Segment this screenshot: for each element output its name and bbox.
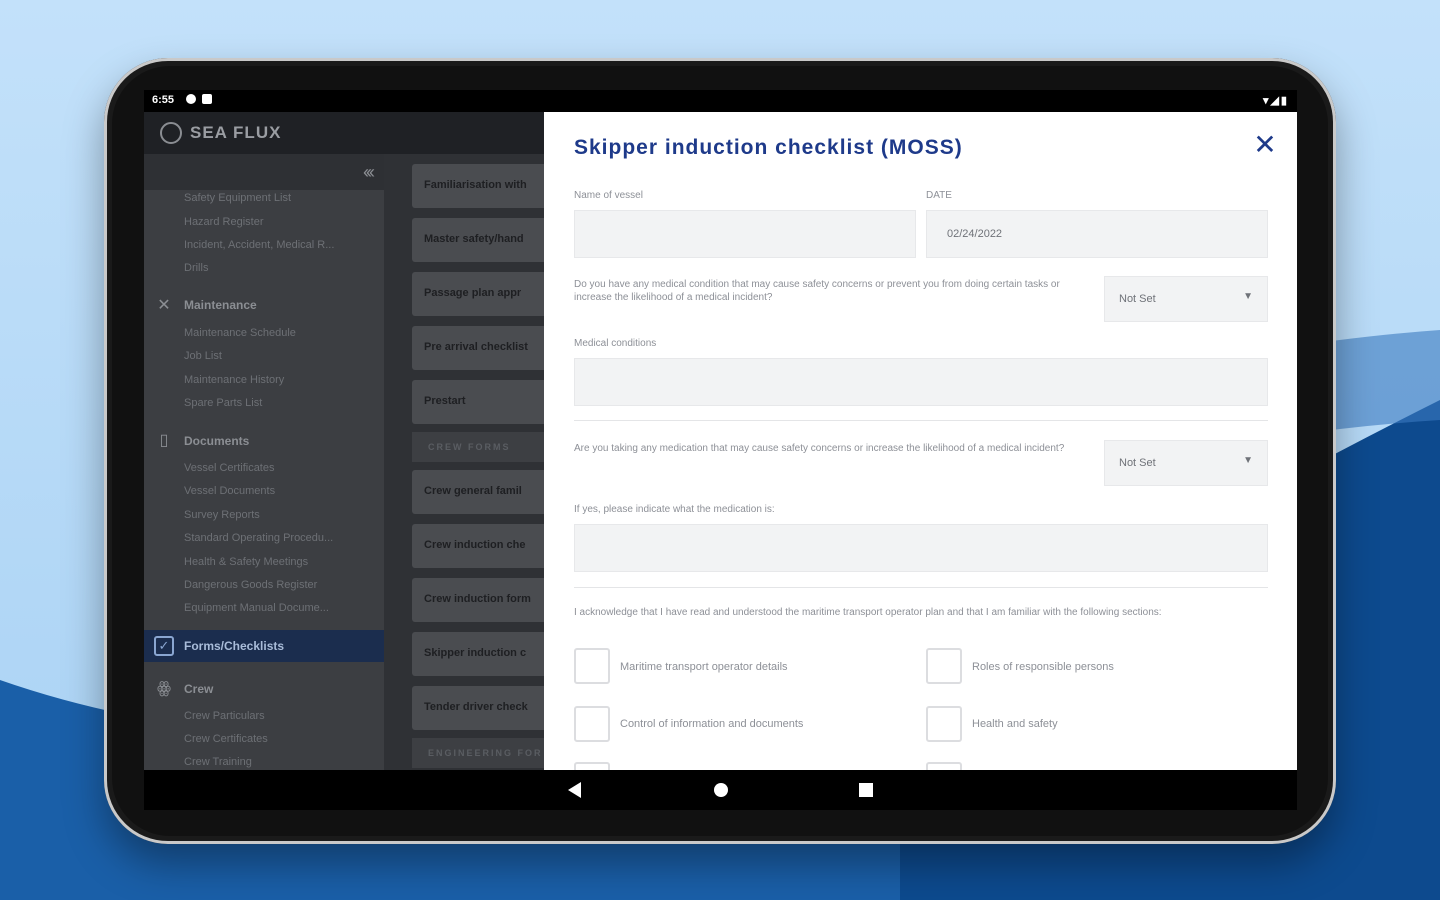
status-time: 6:55	[152, 94, 175, 106]
sidebar-item-vessel-documents[interactable]: Vessel Documents	[184, 485, 275, 497]
checkbox-icon: ✓	[154, 636, 174, 656]
sidebar-item-maintenance-history[interactable]: Maintenance History	[184, 374, 284, 386]
status-bar: 6:55 ▾◢▮	[144, 90, 1297, 112]
engineering-forms-header: ENGINEERING FOR	[412, 738, 544, 768]
medical-conditions-label: Medical conditions	[574, 338, 657, 349]
modal-title: Skipper induction checklist (MOSS)	[574, 136, 963, 159]
sidebar-section-maintenance[interactable]: Maintenance	[184, 298, 257, 312]
date-input[interactable]: 02/24/2022	[926, 210, 1268, 258]
back-icon[interactable]	[568, 782, 581, 798]
sidebar-item-forms-checklists[interactable]: ✓ Forms/Checklists	[144, 630, 384, 662]
android-nav-bar	[144, 770, 1297, 810]
medical-conditions-input[interactable]	[574, 358, 1268, 406]
sidebar-item-maintenance-schedule[interactable]: Maintenance Schedule	[184, 327, 296, 339]
form-card-crew-induction-checklist[interactable]: Crew induction che	[412, 524, 544, 568]
sd-card-icon	[202, 94, 212, 104]
divider	[574, 420, 1268, 421]
logo-icon	[160, 122, 182, 144]
collapse-sidebar-icon[interactable]: ‹‹‹	[363, 162, 375, 183]
checkbox-roles-responsible[interactable]	[926, 648, 962, 684]
select-value: Not Set	[1119, 457, 1156, 469]
chevron-down-icon: ▼	[1243, 455, 1253, 466]
form-card-pre-arrival[interactable]: Pre arrival checklist	[412, 326, 544, 370]
checklist-modal: Skipper induction checklist (MOSS) ✕ Nam…	[544, 112, 1297, 770]
form-card-tender-driver[interactable]: Tender driver check	[412, 686, 544, 730]
sidebar-item-standard-operating-procedures[interactable]: Standard Operating Procedu...	[184, 532, 333, 544]
sync-icon	[186, 94, 196, 104]
sidebar-item-safety-equipment-list[interactable]: Safety Equipment List	[184, 192, 291, 204]
sidebar-top-bar: ‹‹‹	[144, 154, 384, 190]
sidebar-item-incident-report[interactable]: Incident, Accident, Medical R...	[184, 239, 334, 251]
checkbox-partial[interactable]	[574, 762, 610, 770]
sidebar-item-crew-particulars[interactable]: Crew Particulars	[184, 710, 265, 722]
chevron-down-icon: ▼	[1243, 291, 1253, 302]
sidebar-item-crew-training[interactable]: Crew Training	[184, 756, 252, 768]
form-card-prestart[interactable]: Prestart	[412, 380, 544, 424]
medication-input[interactable]	[574, 524, 1268, 572]
medication-question: Are you taking any medication that may c…	[574, 443, 1065, 454]
checkbox-label: Health and safety	[972, 718, 1058, 730]
close-button[interactable]: ✕	[1251, 131, 1279, 160]
signal-battery-icons: ▾◢▮	[1262, 95, 1289, 107]
checkbox-mto-details[interactable]	[574, 648, 610, 684]
app-logo-text: SEA FLUX	[190, 123, 282, 142]
sidebar-item-crew-certificates[interactable]: Crew Certificates	[184, 733, 268, 745]
form-card-master-safety[interactable]: Master safety/hand	[412, 218, 544, 262]
sidebar-item-spare-parts-list[interactable]: Spare Parts List	[184, 397, 262, 409]
sidebar-item-dangerous-goods-register[interactable]: Dangerous Goods Register	[184, 579, 317, 591]
sidebar-item-survey-reports[interactable]: Survey Reports	[184, 509, 260, 521]
sidebar-item-vessel-certificates[interactable]: Vessel Certificates	[184, 462, 274, 474]
checkbox-partial[interactable]	[926, 762, 962, 770]
crew-icon: ꙮ	[156, 680, 172, 697]
form-card-crew-general-familiarisation[interactable]: Crew general famil	[412, 470, 544, 514]
medical-condition-select[interactable]: Not Set ▼	[1104, 276, 1268, 322]
medication-label: If yes, please indicate what the medicat…	[574, 504, 775, 515]
sidebar-section-documents[interactable]: Documents	[184, 434, 249, 448]
sidebar-item-job-list[interactable]: Job List	[184, 350, 222, 362]
sidebar-item-health-safety-meetings[interactable]: Health & Safety Meetings	[184, 556, 308, 568]
sidebar-item-hazard-register[interactable]: Hazard Register	[184, 216, 263, 228]
wrench-icon: ✕	[157, 297, 171, 314]
document-icon: ▯	[159, 432, 169, 449]
checkbox-label: Roles of responsible persons	[972, 661, 1114, 673]
checkbox-label: Maritime transport operator details	[620, 661, 788, 673]
vessel-name-input[interactable]	[574, 210, 916, 258]
sidebar: ‹‹‹ Safety Equipment List Hazard Registe…	[144, 154, 384, 770]
form-card-crew-induction-form[interactable]: Crew induction form	[412, 578, 544, 622]
form-card-skipper-induction[interactable]: Skipper induction c	[412, 632, 544, 676]
crew-forms-header: CREW FORMS	[412, 432, 544, 462]
checkbox-label: Control of information and documents	[620, 718, 804, 730]
form-card-passage-plan[interactable]: Passage plan appr	[412, 272, 544, 316]
acknowledgement-text: I acknowledge that I have read and under…	[574, 607, 1162, 618]
sidebar-item-equipment-manual-documents[interactable]: Equipment Manual Docume...	[184, 602, 329, 614]
sidebar-item-label: Forms/Checklists	[184, 639, 285, 653]
medical-condition-question: Do you have any medical condition that m…	[574, 279, 1060, 303]
medication-select[interactable]: Not Set ▼	[1104, 440, 1268, 486]
date-label: DATE	[926, 190, 952, 201]
divider	[574, 587, 1268, 588]
form-card-familiarisation[interactable]: Familiarisation with	[412, 164, 544, 208]
recents-icon[interactable]	[859, 783, 873, 797]
checkbox-control-information[interactable]	[574, 706, 610, 742]
device-screen: 6:55 ▾◢▮ SEA FLUX ‹‹‹ Safety Equipment L…	[144, 90, 1297, 810]
checkbox-health-safety[interactable]	[926, 706, 962, 742]
home-icon[interactable]	[714, 783, 728, 797]
forms-list: Familiarisation with Master safety/hand …	[384, 154, 544, 770]
sidebar-item-drills[interactable]: Drills	[184, 262, 208, 274]
sidebar-section-crew[interactable]: Crew	[184, 682, 213, 696]
vessel-name-label: Name of vessel	[574, 190, 643, 201]
select-value: Not Set	[1119, 293, 1156, 305]
